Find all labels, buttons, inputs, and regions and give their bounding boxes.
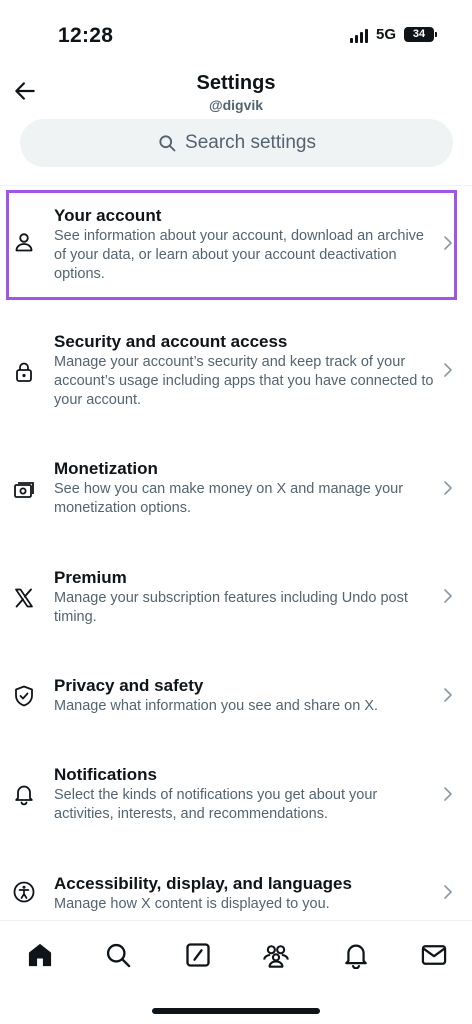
settings-item-notifications[interactable]: Notifications Select the kinds of notifi… — [0, 760, 472, 840]
chevron-right-icon — [444, 236, 452, 250]
settings-item-description: Manage your subscription features includ… — [54, 590, 408, 625]
status-indicators: 5G 34 — [349, 26, 437, 43]
search-placeholder: Search settings — [185, 132, 316, 153]
search-icon[interactable] — [104, 941, 132, 969]
settings-item-description: See information about your account, down… — [54, 228, 424, 282]
money-icon — [14, 482, 34, 498]
status-time: 12:28 — [58, 24, 114, 47]
search-icon — [159, 135, 176, 152]
chevron-right-icon — [444, 589, 452, 603]
settings-item-title: Security and account access — [54, 332, 288, 351]
shield-icon — [15, 685, 33, 707]
battery-level: 34 — [412, 28, 426, 40]
chevron-right-icon — [444, 688, 452, 702]
settings-item-description: See how you can make money on X and mana… — [54, 481, 404, 516]
x-logo-icon — [15, 588, 33, 608]
settings-item-description: Manage what information you see and shar… — [54, 698, 379, 714]
settings-item-description: Manage your account’s security and keep … — [54, 354, 434, 408]
settings-item-premium[interactable]: Premium Manage your subscription feature… — [0, 560, 472, 640]
settings-item-monetization[interactable]: Monetization See how you can make money … — [0, 450, 472, 530]
network-type: 5G — [375, 26, 396, 43]
settings-item-your-account[interactable]: Your account See information about your … — [0, 190, 472, 300]
search-settings-input[interactable]: Search settings — [20, 119, 453, 167]
home-indicator — [152, 1008, 320, 1014]
settings-item-title: Your account — [54, 206, 162, 225]
status-bar: 12:28 5G 34 — [0, 0, 472, 70]
cellular-signal-icon — [349, 27, 368, 43]
settings-item-description: Manage how X content is displayed to you… — [54, 896, 330, 912]
home-icon[interactable] — [26, 941, 54, 969]
settings-item-privacy[interactable]: Privacy and safety Manage what informati… — [0, 670, 472, 730]
person-icon — [15, 233, 33, 252]
account-handle: @digvik — [208, 97, 264, 113]
divider — [0, 185, 472, 186]
settings-item-title: Accessibility, display, and languages — [54, 874, 352, 893]
settings-item-title: Premium — [54, 568, 127, 587]
communities-icon[interactable] — [262, 941, 290, 969]
compose-icon[interactable] — [184, 941, 212, 969]
chevron-right-icon — [444, 885, 452, 899]
accessibility-icon — [13, 881, 35, 903]
notifications-icon[interactable] — [342, 941, 370, 969]
chevron-right-icon — [444, 481, 452, 495]
lock-icon — [16, 362, 32, 382]
settings-item-title: Notifications — [54, 765, 157, 784]
messages-icon[interactable] — [420, 941, 448, 969]
settings-item-security[interactable]: Security and account access Manage your … — [0, 322, 472, 422]
settings-item-title: Privacy and safety — [54, 676, 204, 695]
battery-icon: 34 — [404, 27, 437, 42]
bell-icon — [15, 785, 33, 806]
page-title: Settings — [196, 72, 276, 94]
settings-item-title: Monetization — [54, 459, 158, 478]
header: Settings @digvik — [0, 68, 472, 114]
chevron-right-icon — [444, 363, 452, 377]
settings-item-accessibility[interactable]: Accessibility, display, and languages Ma… — [0, 868, 472, 920]
chevron-right-icon — [444, 787, 452, 801]
settings-item-description: Select the kinds of notifications you ge… — [54, 787, 378, 822]
